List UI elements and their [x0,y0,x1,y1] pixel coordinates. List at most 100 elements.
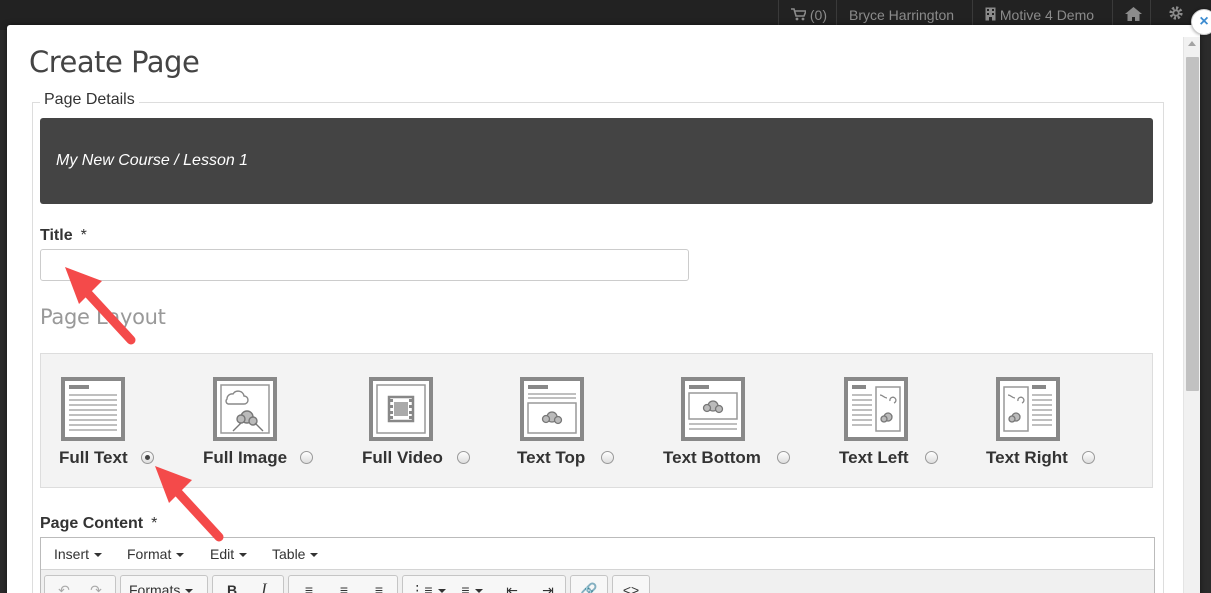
formats-label: Formats [129,582,181,593]
layout-option-text-bottom[interactable]: Text Bottom [663,354,813,489]
bullet-list-icon: ⋮≡ [410,582,433,593]
bold-italic-group: B I [212,575,284,593]
undo-icon: ↶ [58,582,70,593]
link-icon: 🔗 [580,582,598,593]
scroll-thumb[interactable] [1186,57,1199,391]
modal-title: Create Page [29,45,200,79]
menu-label: Table [272,546,306,562]
layout-radio-full-video[interactable] [457,451,470,464]
layout-option-text-right[interactable]: Text Right [986,354,1106,489]
cart-count: (0) [809,7,828,23]
page-details-legend: Page Details [40,91,139,109]
caret-down-icon [94,553,103,558]
align-right-button[interactable]: ≡ [362,576,396,593]
layout-label: Full Video [362,448,443,467]
outdent-button[interactable]: ⇤ [495,576,529,593]
menu-label: Insert [54,546,90,562]
create-page-modal: Create Page Page Details My New Course /… [7,25,1200,593]
full-video-layout-icon [369,377,433,441]
layout-option-text-top[interactable]: Text Top [517,354,647,489]
code-label: <> [622,582,640,593]
full-image-layout-icon [213,377,277,441]
layout-option-full-video[interactable]: Full Video [362,354,492,489]
text-right-layout-icon [996,377,1060,441]
layout-radio-text-left[interactable] [925,451,938,464]
formats-group: Formats [120,575,208,593]
close-modal-button[interactable]: × [1191,9,1211,35]
italic-label: I [261,581,267,593]
align-center-button[interactable]: ≡ [327,576,361,593]
menu-label: Edit [210,546,235,562]
layout-label: Text Bottom [663,448,761,467]
full-text-layout-icon [61,377,125,441]
text-left-layout-icon [844,377,908,441]
required-mark: * [151,515,158,532]
link-button[interactable]: 🔗 [574,576,604,593]
menu-edit[interactable]: Edit [210,538,248,570]
caret-down-icon [437,589,446,593]
page-content-label: Page Content * [40,515,157,533]
title-label: Title * [40,227,87,245]
formats-dropdown[interactable]: Formats [129,576,205,593]
layout-label: Full Text [59,448,128,467]
undo-redo-group: ↶ ↷ [44,575,116,593]
code-group: <> [612,575,650,593]
outdent-icon: ⇤ [506,582,518,593]
source-code-button[interactable]: <> [616,576,646,593]
title-input[interactable] [40,249,689,281]
close-icon: × [1199,13,1209,30]
title-label-text: Title [40,227,73,244]
caret-down-icon [239,553,248,558]
required-mark: * [80,227,87,244]
caret-down-icon [176,553,185,558]
page-layout-heading: Page Layout [40,305,166,329]
layout-radio-full-image[interactable] [300,451,313,464]
page-layout-panel: Full Text Full Image Full Video Text Top… [40,353,1153,488]
align-left-button[interactable]: ≡ [292,576,326,593]
link-group: 🔗 [570,575,608,593]
layout-label: Full Image [203,448,288,467]
indent-button[interactable]: ⇥ [531,576,565,593]
scroll-up-arrow-icon[interactable] [1188,41,1196,46]
modal-scrollbar[interactable] [1183,37,1200,593]
list-indent-group: ⋮≡ ≡ ⇤ ⇥ [402,575,566,593]
layout-radio-text-top[interactable] [601,451,614,464]
alignment-group: ≡ ≡ ≡ [288,575,398,593]
layout-option-full-text[interactable]: Full Text [59,354,199,489]
layout-label: Text Right [986,448,1068,467]
editor-toolbar: ↶ ↷ Formats B I ≡ ≡ ≡ ⋮≡ ≡ ⇤ ⇥ 🔗 <> [41,571,1154,593]
layout-option-text-left[interactable]: Text Left [839,354,959,489]
redo-icon: ↷ [90,582,102,593]
menu-format[interactable]: Format [127,538,185,570]
course-breadcrumb-banner: My New Course / Lesson 1 [40,118,1153,204]
course-breadcrumb: My New Course / Lesson 1 [56,152,249,169]
italic-button[interactable]: I [249,576,279,593]
editor-menubar: Insert Format Edit Table [41,538,1154,570]
text-top-layout-icon [520,377,584,441]
numbered-list-button[interactable]: ≡ [451,576,493,593]
menu-table[interactable]: Table [272,538,319,570]
layout-radio-full-text[interactable] [141,451,154,464]
caret-down-icon [474,589,483,593]
undo-button[interactable]: ↶ [49,576,79,593]
bold-label: B [226,582,238,593]
layout-radio-text-bottom[interactable] [777,451,790,464]
menu-insert[interactable]: Insert [54,538,103,570]
redo-button[interactable]: ↷ [81,576,111,593]
align-center-icon: ≡ [339,582,349,593]
numbered-list-icon: ≡ [461,582,470,593]
layout-label: Text Left [839,448,909,467]
layout-label: Text Top [517,448,586,467]
page-content-label-text: Page Content [40,515,144,532]
layout-radio-text-right[interactable] [1082,451,1095,464]
layout-option-full-image[interactable]: Full Image [203,354,343,489]
bullet-list-button[interactable]: ⋮≡ [407,576,449,593]
align-right-icon: ≡ [374,582,384,593]
indent-icon: ⇥ [542,582,554,593]
align-left-icon: ≡ [304,582,314,593]
bold-button[interactable]: B [217,576,247,593]
menu-label: Format [127,546,172,562]
caret-down-icon [185,589,194,593]
caret-down-icon [310,553,319,558]
text-bottom-layout-icon [681,377,745,441]
